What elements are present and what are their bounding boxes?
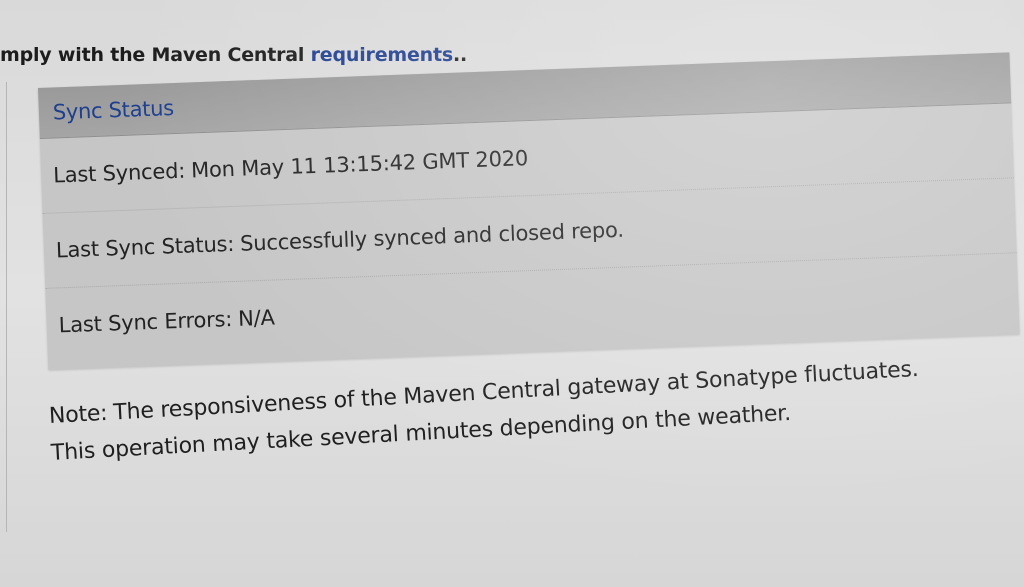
requirements-notice: mply with the Maven Central requirements…	[0, 44, 467, 66]
last-synced-value: Mon May 11 13:15:42 GMT 2020	[190, 146, 529, 183]
last-synced-label: Last Synced:	[52, 158, 186, 188]
last-sync-status-label: Last Sync Status:	[55, 231, 235, 263]
screen: mply with the Maven Central requirements…	[0, 0, 1024, 587]
sync-status-title: Sync Status	[52, 96, 175, 125]
weather-note: Note: The responsiveness of the Maven Cen…	[48, 351, 921, 472]
requirements-link[interactable]: requirements	[311, 44, 454, 66]
last-sync-errors-label: Last Sync Errors:	[58, 307, 233, 338]
requirements-intro-text: mply with the Maven Central	[0, 44, 305, 66]
last-sync-status-value: Successfully synced and closed repo.	[239, 217, 625, 256]
note-prefix: Note:	[48, 400, 109, 429]
sync-status-panel: Sync Status Last Synced: Mon May 11 13:1…	[38, 52, 1020, 370]
requirements-trailing-text: ..	[452, 44, 468, 66]
left-divider	[6, 82, 7, 532]
last-sync-errors-value: N/A	[237, 305, 276, 331]
